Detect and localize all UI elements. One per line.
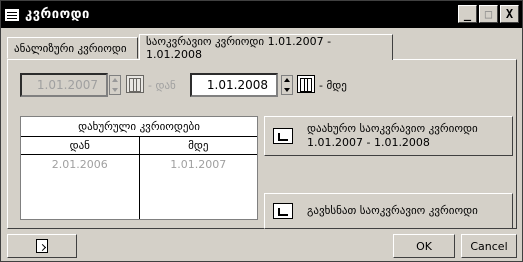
close-period-label: დაახურო საოკვრავიო კვრიოდი 1.01.2007 - 1… [307,122,478,150]
ok-button[interactable]: OK [393,234,455,258]
close-button[interactable]: X [500,5,519,23]
date-to-field[interactable]: 1.01.2008 [190,73,278,97]
open-period-button[interactable]: გავხსნათ საოკვრავიო კვრიოდი [264,193,513,229]
date-from-suffix: - დან [148,79,176,92]
titlebar[interactable]: კვრიოდი _ □ X [1,1,522,28]
maximize-button: □ [479,5,498,23]
date-to-suffix: - მდე [319,79,347,92]
calendar-to-icon[interactable] [297,75,315,93]
date-from-field: 1.01.2007 [20,73,108,97]
close-period-label-line2: 1.01.2007 - 1.01.2008 [307,136,430,149]
table-row[interactable]: 2.01.2006 1.01.2007 [21,155,257,173]
window-title: კვრიოდი [25,7,90,22]
window-controls: _ □ X [458,5,519,23]
cell-to: 1.01.2007 [170,157,227,171]
open-period-label: გავხსნათ საოკვრავიო კვრიოდი [307,204,478,217]
column-header-from: დან [21,137,140,154]
closed-periods-title: დახურული კვრიოდები [21,117,257,137]
app-icon [5,8,19,21]
column-header-to: მდე [188,139,209,152]
table-header-row: დან მდე [21,137,257,155]
page-icon [36,239,48,253]
open-period-icon [273,203,293,219]
cell-from: 2.01.2006 [21,155,140,173]
table-empty-area [21,173,257,219]
close-period-icon [273,128,293,144]
export-button[interactable] [7,234,77,258]
cancel-button[interactable]: Cancel [461,234,517,258]
tab-analytic-period-label: ანალიზური კვრიოდი [14,41,127,55]
date-from-spinner [109,75,121,95]
tab-reporting-period[interactable]: საოკვრავიო კვრიოდი 1.01.2007 - 1.01.2008 [139,34,393,61]
date-to-spinner[interactable] [281,75,293,95]
minimize-button[interactable]: _ [458,5,477,23]
close-period-button[interactable]: დაახურო საოკვრავიო კვრიოდი 1.01.2007 - 1… [264,116,513,156]
calendar-from-icon [126,75,144,93]
tab-analytic-period[interactable]: ანალიზური კვრიოდი [7,37,138,59]
closed-periods-table: დახურული კვრიოდები დან მდე 2.01.2006 1.0… [20,116,258,220]
tab-reporting-period-label: საოკვრავიო კვრიოდი 1.01.2007 - 1.01.2008 [146,34,332,61]
close-period-label-line1: დაახურო საოკვრავიო კვრიოდი [307,122,478,135]
period-dialog: კვრიოდი _ □ X ანალიზური კვრიოდი საოკვრავ… [0,0,523,262]
